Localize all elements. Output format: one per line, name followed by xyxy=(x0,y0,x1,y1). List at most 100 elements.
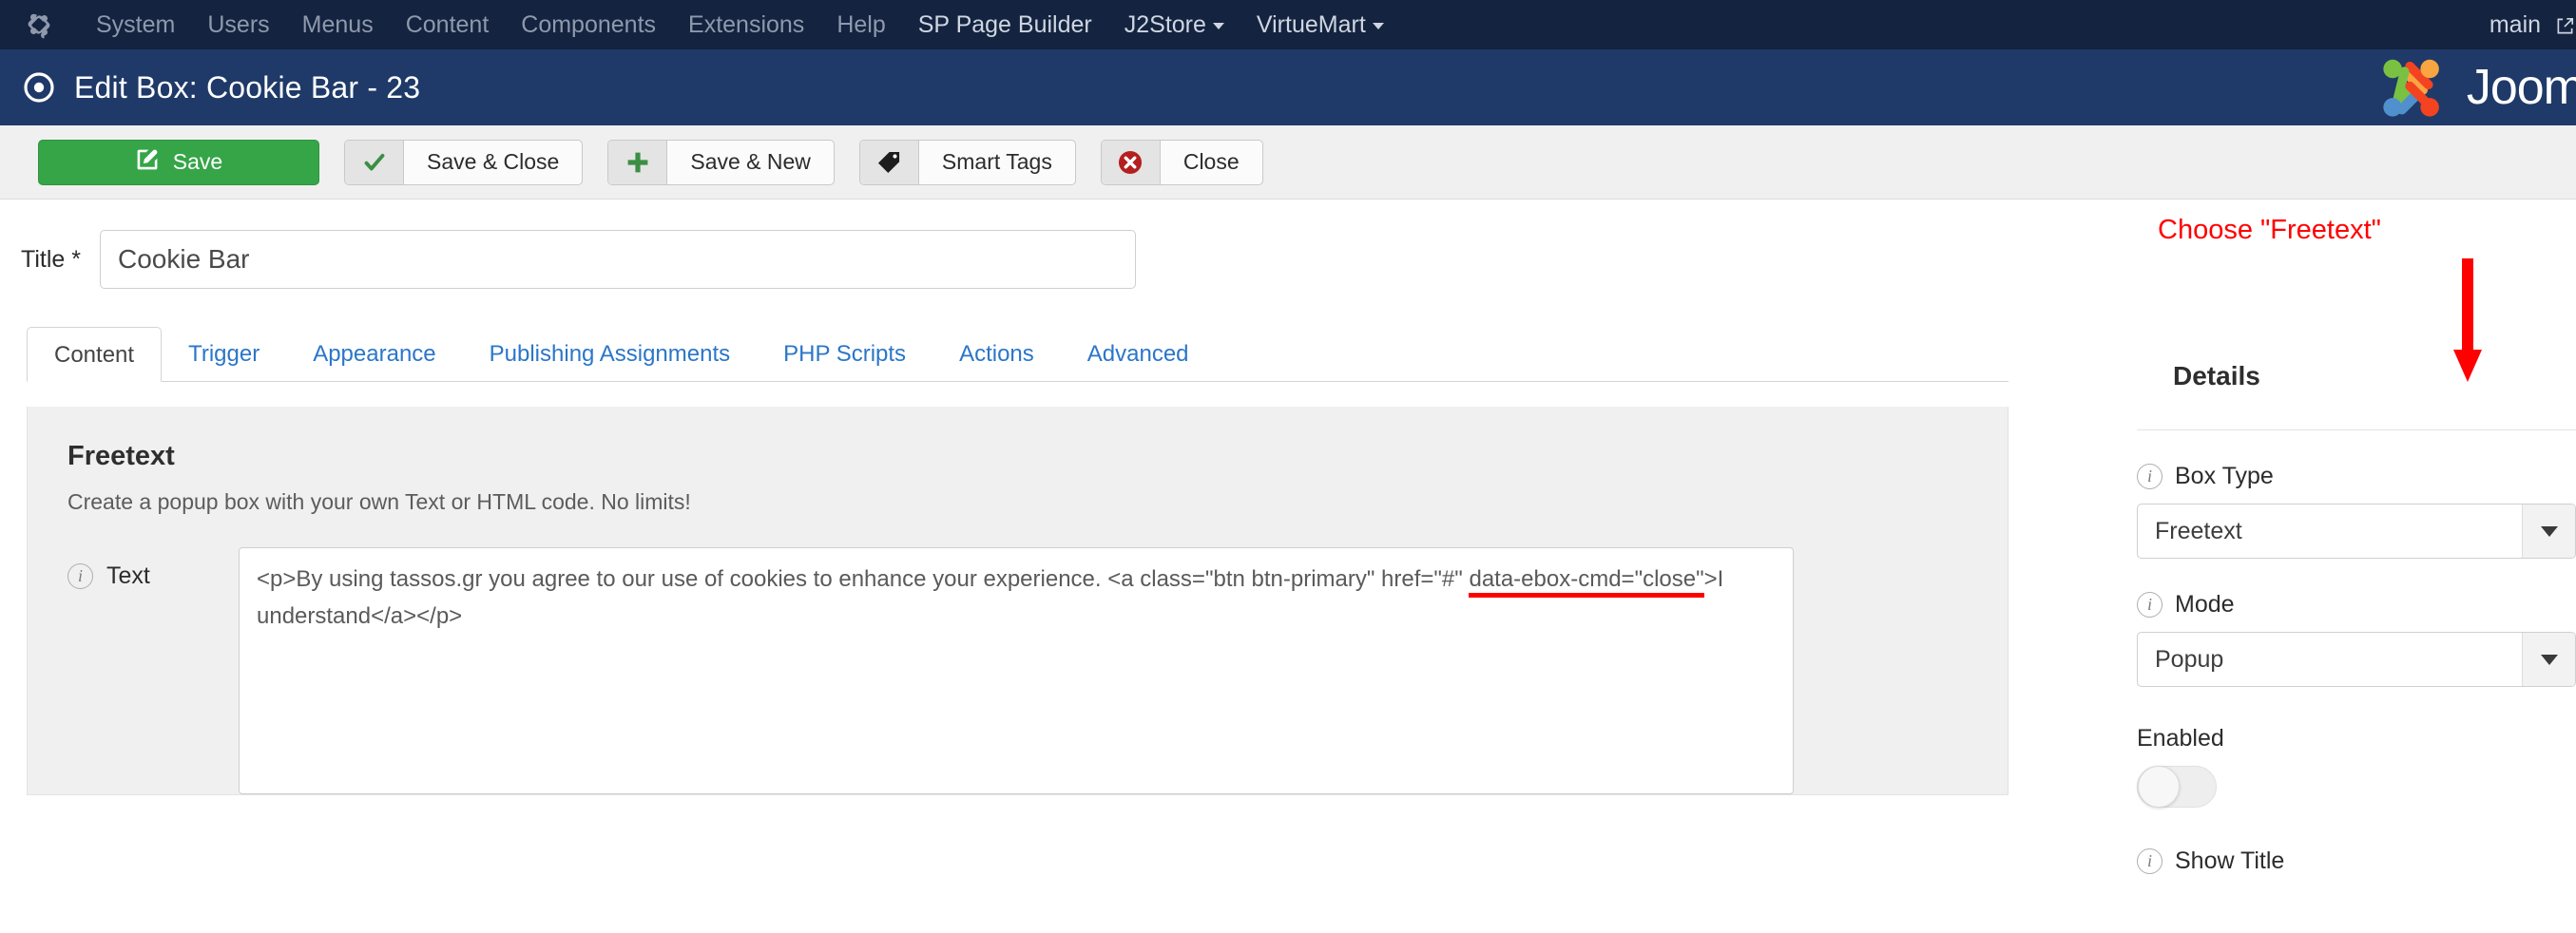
title-label: Title * xyxy=(21,245,81,273)
details-heading: Details xyxy=(2173,361,2260,390)
plus-icon xyxy=(608,140,668,184)
topnav-item-label: Content xyxy=(405,11,490,38)
tab-bar: Content Trigger Appearance Publishing As… xyxy=(27,327,2009,382)
text-code-textarea[interactable]: <p>By using tassos.gr you agree to our u… xyxy=(239,547,1794,794)
panel-subheading: Create a popup box with your own Text or… xyxy=(67,489,691,514)
page-title: Edit Box: Cookie Bar - 23 xyxy=(74,69,421,105)
topnav-item-label: Help xyxy=(836,11,886,38)
box-type-value: Freetext xyxy=(2155,517,2242,544)
save-button-label: Save xyxy=(172,149,223,174)
mode-label: Mode xyxy=(2175,591,2235,618)
chevron-down-icon[interactable] xyxy=(2522,505,2575,558)
mode-label-row: i Mode xyxy=(2137,591,2576,619)
tab-php-scripts[interactable]: PHP Scripts xyxy=(757,327,932,381)
tab-actions[interactable]: Actions xyxy=(932,327,1061,381)
tab-label: Content xyxy=(54,342,135,368)
content-panel: Freetext Create a popup box with your ow… xyxy=(27,407,2009,795)
tag-icon xyxy=(859,140,919,184)
tab-label: Publishing Assignments xyxy=(489,341,731,367)
tab-appearance[interactable]: Appearance xyxy=(286,327,462,381)
panel-heading: Freetext xyxy=(67,441,175,471)
editor-toolbar: Save Save & Close Save & New Smart Tags … xyxy=(0,125,2576,200)
topnav-item-label: Extensions xyxy=(688,11,805,38)
pencil-square-icon xyxy=(135,147,160,178)
details-sidebar: Choose "Freetext" Details i Box Type Fre… xyxy=(2091,200,2576,932)
joomla-logo-icon xyxy=(2383,59,2439,117)
topnav-item-label: J2Store xyxy=(1124,11,1206,38)
code-text-part1: <p>By using tassos.gr you agree to our u… xyxy=(257,566,1470,592)
enabled-toggle[interactable] xyxy=(2137,766,2217,808)
close-button-label: Close xyxy=(1182,149,1240,174)
code-text-highlight-2: cmd="close" xyxy=(1578,566,1704,598)
topnav-right-group: main xyxy=(2473,0,2576,49)
topnav-site-link[interactable]: main xyxy=(2473,0,2574,49)
topnav-item-extensions[interactable]: Extensions xyxy=(672,0,820,49)
info-icon[interactable]: i xyxy=(2137,848,2163,874)
times-circle-icon xyxy=(1101,140,1161,184)
chevron-down-icon xyxy=(1212,22,1224,29)
title-input[interactable] xyxy=(99,230,1136,289)
enabled-toggle-knob xyxy=(2138,766,2180,808)
mode-select[interactable]: Popup xyxy=(2137,632,2576,687)
info-icon[interactable]: i xyxy=(67,563,93,589)
editor-body: Title * Content Trigger Appearance Publi… xyxy=(0,200,2576,932)
show-title-label-row: i Show Title xyxy=(2137,847,2576,875)
save-close-button-label: Save & Close xyxy=(427,149,560,174)
annotation-arrow-down xyxy=(2451,258,2485,382)
tab-label: Actions xyxy=(959,341,1034,367)
topnav-item-label: VirtueMart xyxy=(1256,11,1366,38)
save-new-button[interactable]: Save & New xyxy=(607,139,835,185)
info-icon[interactable]: i xyxy=(2137,592,2163,618)
topnav-item-sp-page-builder[interactable]: SP Page Builder xyxy=(902,0,1108,49)
tab-label: Advanced xyxy=(1086,341,1189,367)
chevron-down-icon[interactable] xyxy=(2522,633,2575,686)
topnav-item-label: Users xyxy=(207,11,270,38)
topnav-site-label: main xyxy=(2489,11,2542,38)
chevron-down-icon xyxy=(1372,22,1384,29)
show-title-field: i Show Title xyxy=(2137,847,2576,875)
close-button[interactable]: Close xyxy=(1100,139,1263,185)
save-close-button[interactable]: Save & Close xyxy=(344,139,584,185)
info-icon[interactable]: i xyxy=(2137,464,2163,489)
tab-publishing-assignments[interactable]: Publishing Assignments xyxy=(463,327,757,381)
page-header: Edit Box: Cookie Bar - 23 Joom xyxy=(0,49,2576,125)
topnav-item-label: System xyxy=(96,11,176,38)
text-field-label: i Text xyxy=(67,547,239,590)
topnav-item-menus[interactable]: Menus xyxy=(286,0,390,49)
joomla-mark-icon[interactable] xyxy=(25,10,53,39)
box-type-select[interactable]: Freetext xyxy=(2137,504,2576,559)
mode-value: Popup xyxy=(2155,645,2224,673)
box-type-field: i Box Type Freetext xyxy=(2137,463,2576,559)
box-type-label-row: i Box Type xyxy=(2137,463,2576,490)
topnav-item-users[interactable]: Users xyxy=(191,0,285,49)
topnav-item-label: Components xyxy=(521,11,657,38)
sidebar-divider xyxy=(2137,429,2576,430)
text-field-row: i Text <p>By using tassos.gr you agree t… xyxy=(67,547,2008,794)
topnav-item-j2store[interactable]: J2Store xyxy=(1108,0,1240,49)
code-text-highlight-1: data-ebox- xyxy=(1469,566,1579,598)
save-new-button-label: Save & New xyxy=(690,149,811,174)
topnav-items: System Users Menus Content Components Ex… xyxy=(80,0,1400,49)
tab-trigger[interactable]: Trigger xyxy=(162,327,286,381)
topnav-item-help[interactable]: Help xyxy=(820,0,901,49)
show-title-label: Show Title xyxy=(2175,847,2285,874)
save-button[interactable]: Save xyxy=(38,139,319,185)
topnav-item-components[interactable]: Components xyxy=(505,0,672,49)
check-icon xyxy=(345,140,404,184)
circle-dot-icon xyxy=(23,71,55,104)
topnav-item-label: SP Page Builder xyxy=(917,11,1092,38)
topnav-item-content[interactable]: Content xyxy=(390,0,506,49)
enabled-label: Enabled xyxy=(2137,725,2224,752)
joomla-logo-text: Joom xyxy=(2466,60,2576,115)
topnav-item-virtuemart[interactable]: VirtueMart xyxy=(1240,0,1400,49)
tab-content[interactable]: Content xyxy=(27,327,163,382)
topnav-item-label: Menus xyxy=(301,11,374,38)
smart-tags-button[interactable]: Smart Tags xyxy=(858,139,1076,185)
tab-label: PHP Scripts xyxy=(783,341,907,367)
tab-advanced[interactable]: Advanced xyxy=(1061,327,1216,381)
mode-field: i Mode Popup xyxy=(2137,591,2576,687)
admin-topnav: System Users Menus Content Components Ex… xyxy=(0,0,2576,49)
topnav-item-system[interactable]: System xyxy=(80,0,191,49)
enabled-field: Enabled xyxy=(2137,725,2576,808)
external-link-icon xyxy=(2556,3,2574,34)
